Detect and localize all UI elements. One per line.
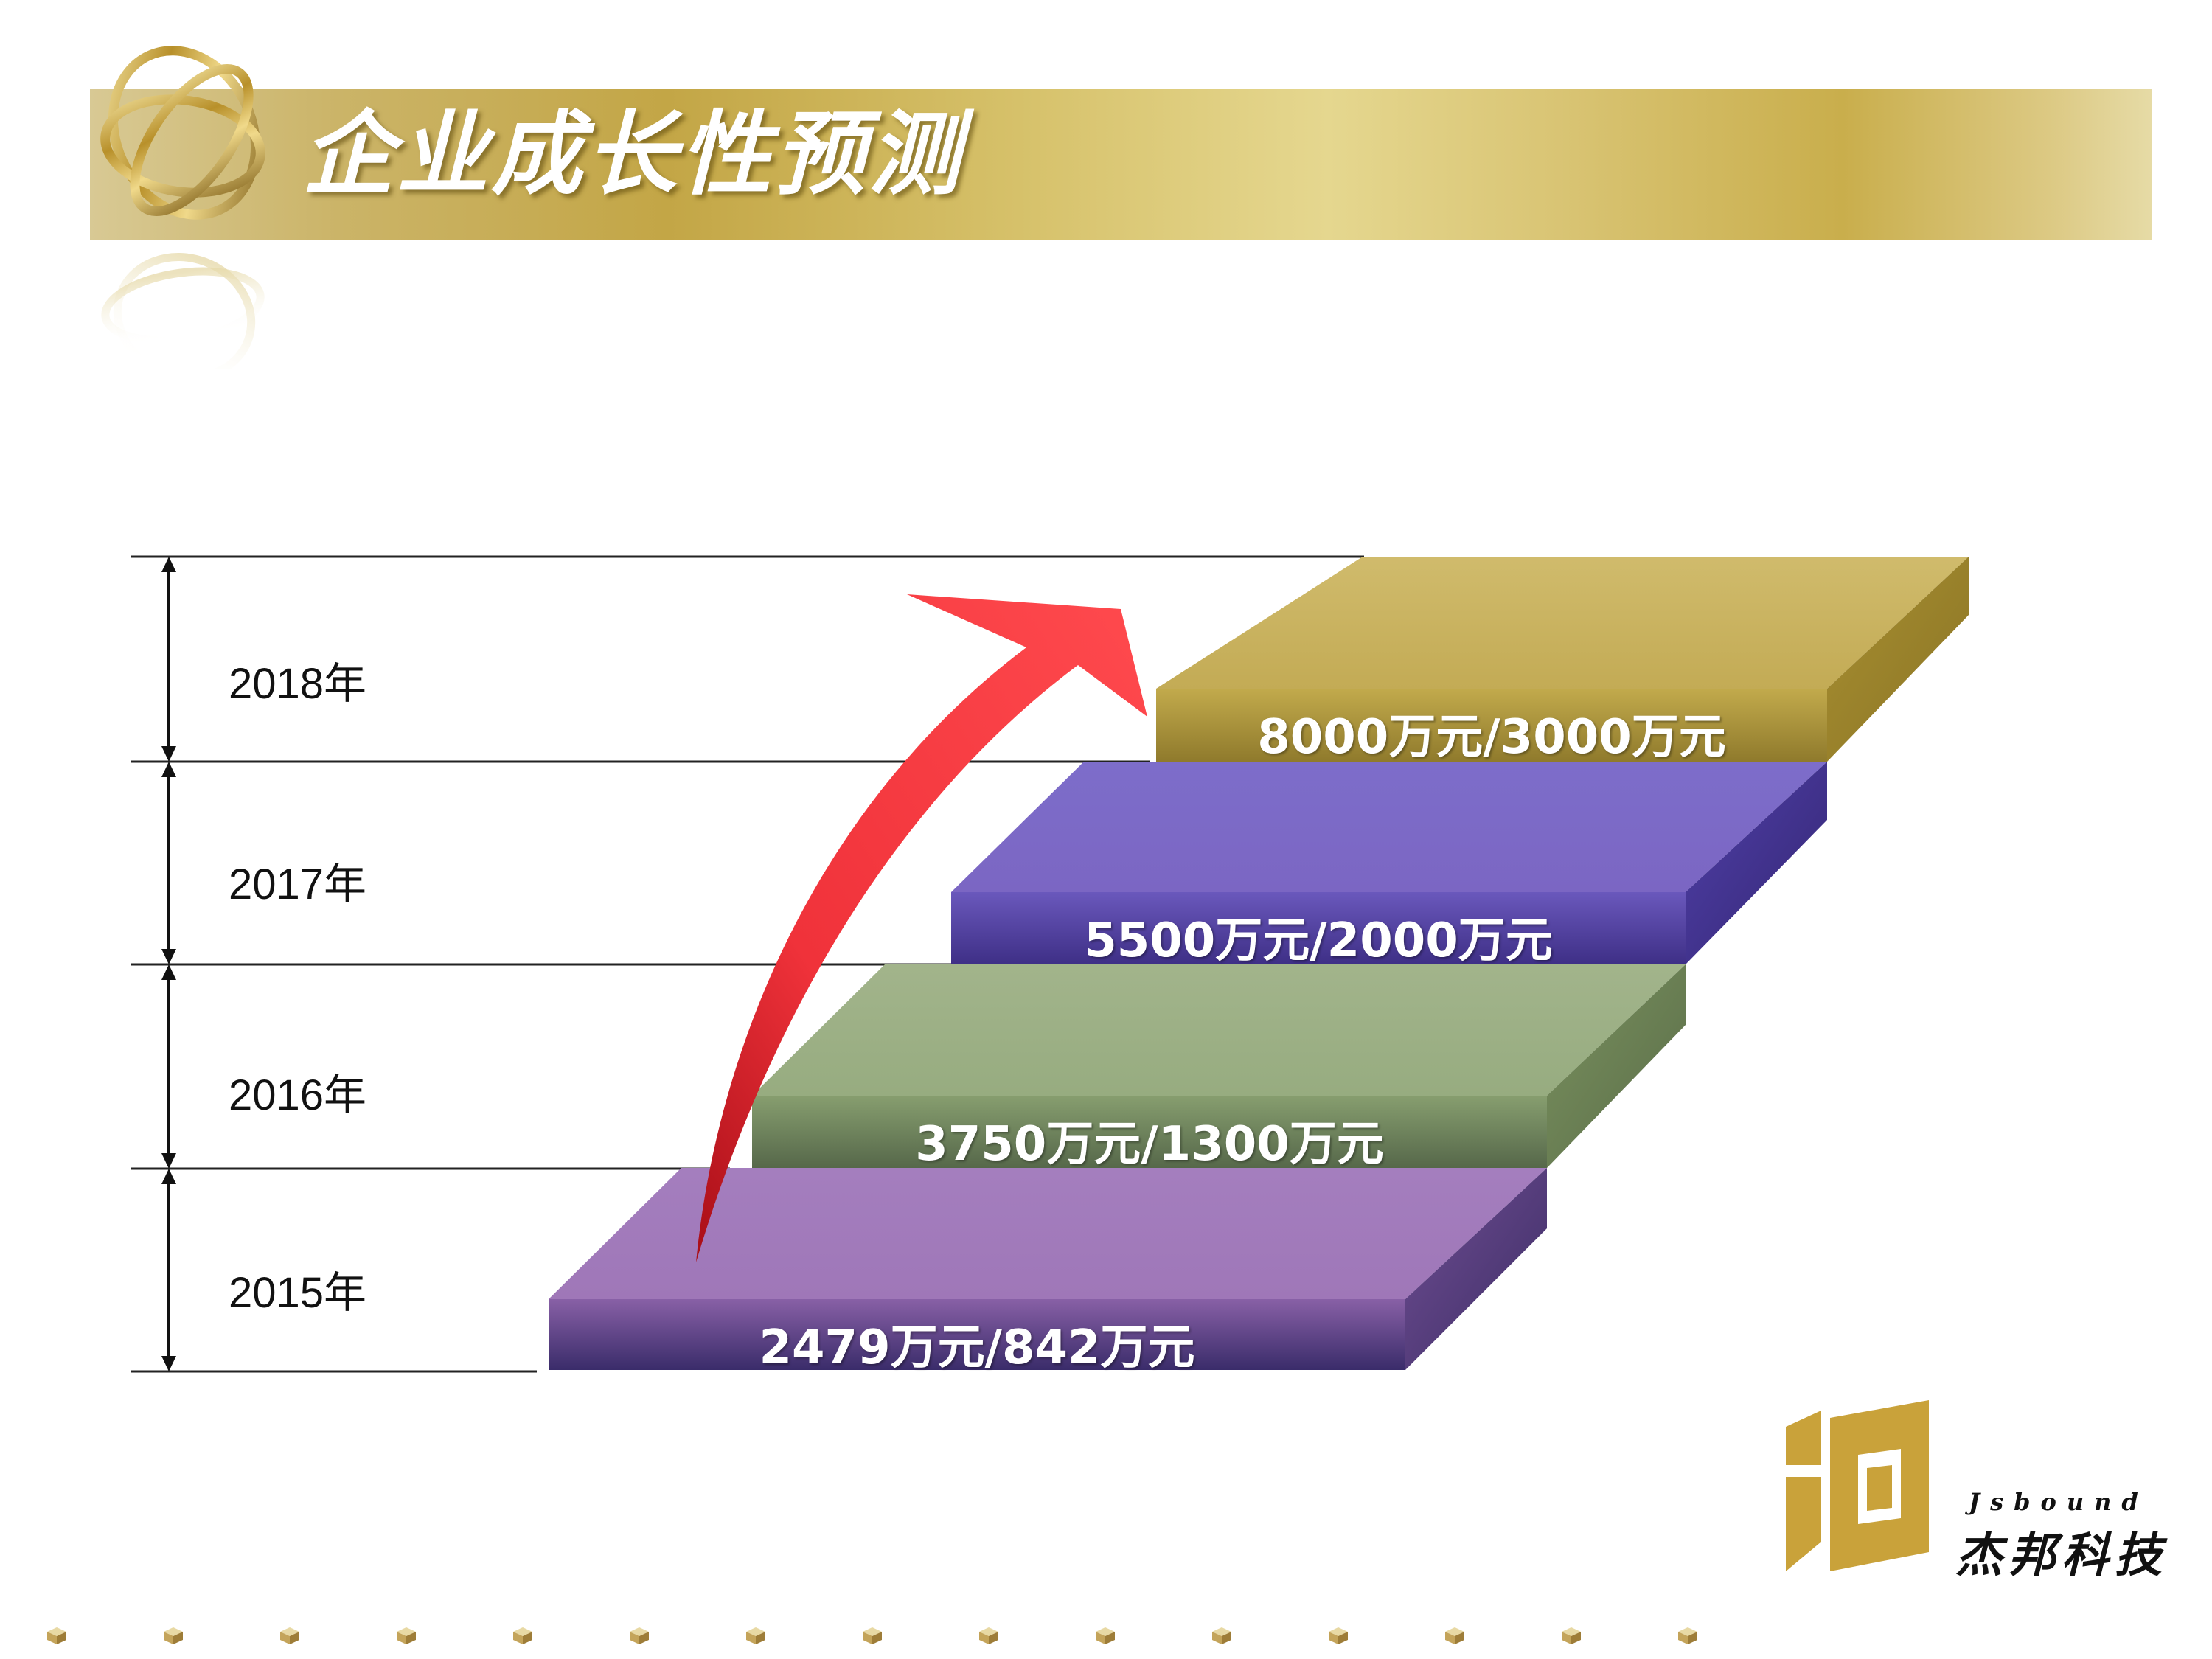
slide: 企业成长性预测 2018年 2017年 2016年 2015年 8000万元/3… [0, 0, 2212, 1659]
small-cube-icon [979, 1627, 998, 1644]
small-cube-icon [280, 1627, 299, 1644]
company-name-en: Jsbound [1969, 1488, 2149, 1516]
small-cube-icon [1562, 1627, 1581, 1644]
small-cube-icon [630, 1627, 649, 1644]
year-label-2015: 2015年 [229, 1269, 367, 1317]
step-label-2016: 3750万元/1300万元 [915, 1117, 1384, 1172]
small-cube-icon [746, 1627, 765, 1644]
small-cube-icon [1329, 1627, 1348, 1644]
company-logo-icon [1786, 1400, 1929, 1571]
step-label-2015: 2479万元/842万元 [759, 1321, 1195, 1375]
year-label-2017: 2017年 [229, 860, 367, 908]
small-cube-icon [513, 1627, 532, 1644]
step-label-2018: 8000万元/3000万元 [1257, 710, 1726, 765]
small-cube-icon [863, 1627, 882, 1644]
small-cube-icon [1212, 1627, 1231, 1644]
year-label-2016: 2016年 [229, 1071, 367, 1119]
company-name-cn: 杰邦科技 [1955, 1528, 2168, 1583]
small-cube-icon [47, 1627, 66, 1644]
small-cube-icon [397, 1627, 416, 1644]
step-label-2017: 5500万元/2000万元 [1084, 914, 1553, 968]
small-cube-icon [1445, 1627, 1464, 1644]
small-cube-icon [1096, 1627, 1115, 1644]
small-cube-icon [164, 1627, 183, 1644]
small-cube-icon [1678, 1627, 1697, 1644]
year-label-2018: 2018年 [229, 660, 367, 708]
